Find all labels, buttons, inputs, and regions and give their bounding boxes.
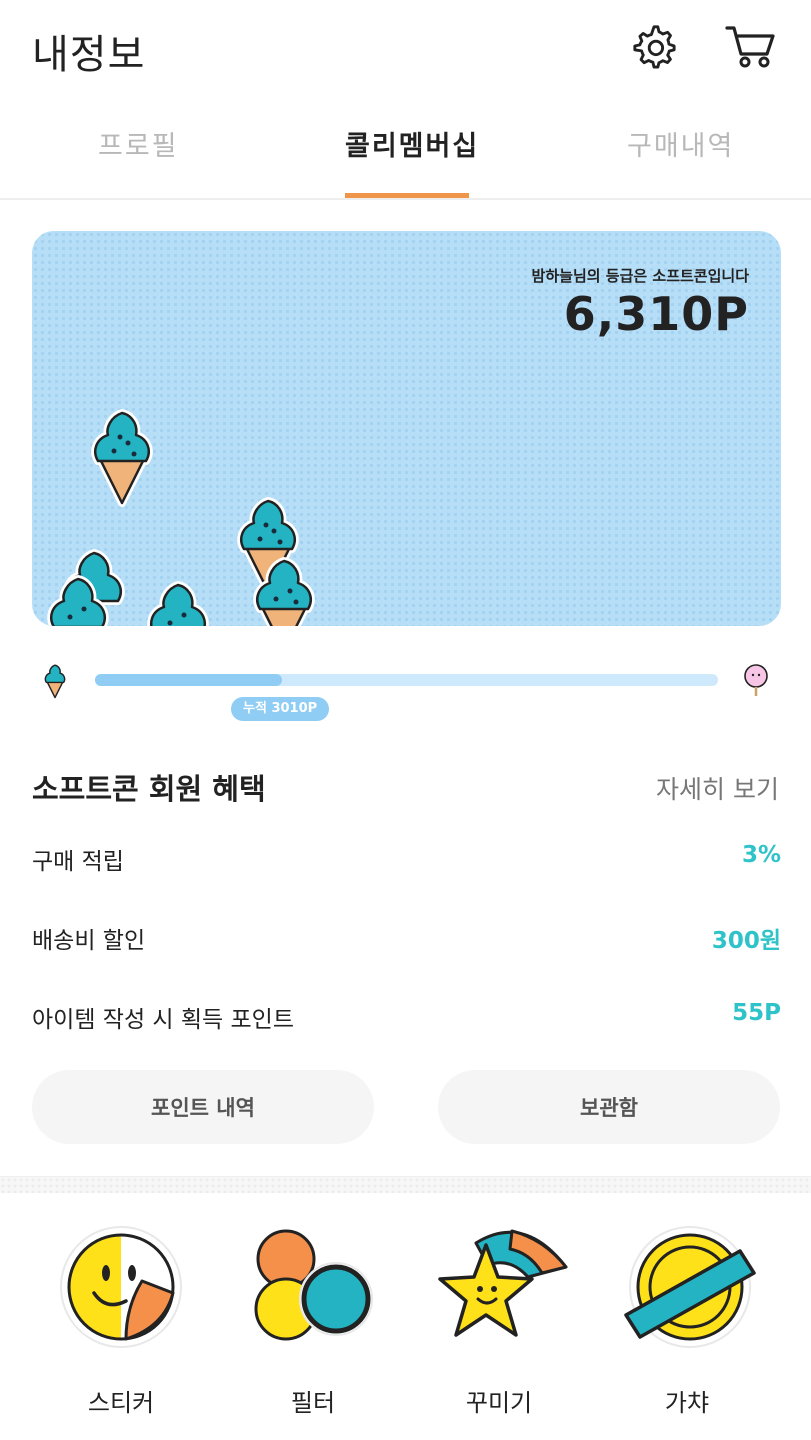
storage-button[interactable]: 보관함 [438,1070,780,1144]
tab-purchase-history[interactable]: 구매내역 [627,124,734,163]
benefit-row: 구매 적립 3% [32,842,781,882]
tab-bar: 프로필 콜리멤버십 구매내역 [0,100,811,200]
benefit-value: 55P [732,1000,781,1026]
softcone-icon [253,557,315,626]
menu-item-filter[interactable]: 필터 [238,1215,388,1425]
menu-item-decorate[interactable]: 꾸미기 [424,1215,574,1425]
tab-membership[interactable]: 콜리멤버십 [345,124,479,163]
benefit-label: 배송비 할인 [32,928,146,954]
softcone-icon [47,575,109,626]
membership-grade-text: 밤하늘님의 등급은 소프트콘입니다 [531,267,749,285]
menu-item-sticker[interactable]: 스티커 [46,1215,196,1425]
menu-label: 스티커 [87,1389,155,1417]
benefit-value: 3% [741,842,781,868]
cart-icon[interactable] [720,16,780,76]
benefit-label: 구매 적립 [32,849,124,875]
gear-icon[interactable] [624,16,684,76]
menu-label: 필터 [290,1389,336,1417]
menu-label: 가챠 [664,1389,710,1417]
page-title: 내정보 [32,32,146,78]
benefit-label: 아이템 작성 시 획득 포인트 [32,1007,295,1033]
membership-progress-bar [95,674,718,686]
benefit-row: 배송비 할인 300원 [32,921,781,961]
cotton-candy-icon [744,664,768,696]
gacha-coin-icon [624,1226,756,1348]
tab-active-indicator [345,193,469,198]
section-divider [0,1176,811,1193]
softcone-icon [44,664,66,699]
menu-label: 꾸미기 [465,1389,533,1417]
smiley-sticker-icon [60,1226,182,1348]
membership-points: 6,310P [563,287,749,341]
benefit-title: 소프트콘 회원 혜택 [32,772,266,806]
benefit-detail-link[interactable]: 자세히 보기 [656,770,779,806]
filter-circles-icon [254,1229,373,1341]
membership-progress-fill [95,674,282,686]
benefit-value: 300원 [711,928,781,954]
membership-card: 밤하늘님의 등급은 소프트콘입니다 6,310P [32,231,781,626]
softcone-icon [91,409,153,507]
softcone-icon [147,581,209,626]
menu-item-gacha[interactable]: 가챠 [612,1215,762,1425]
shooting-star-icon [438,1229,568,1337]
tab-profile[interactable]: 프로필 [98,124,179,163]
points-history-button[interactable]: 포인트 내역 [32,1070,374,1144]
benefit-row: 아이템 작성 시 획득 포인트 55P [32,1000,781,1040]
accumulated-points-badge: 누적 3010P [231,697,330,721]
